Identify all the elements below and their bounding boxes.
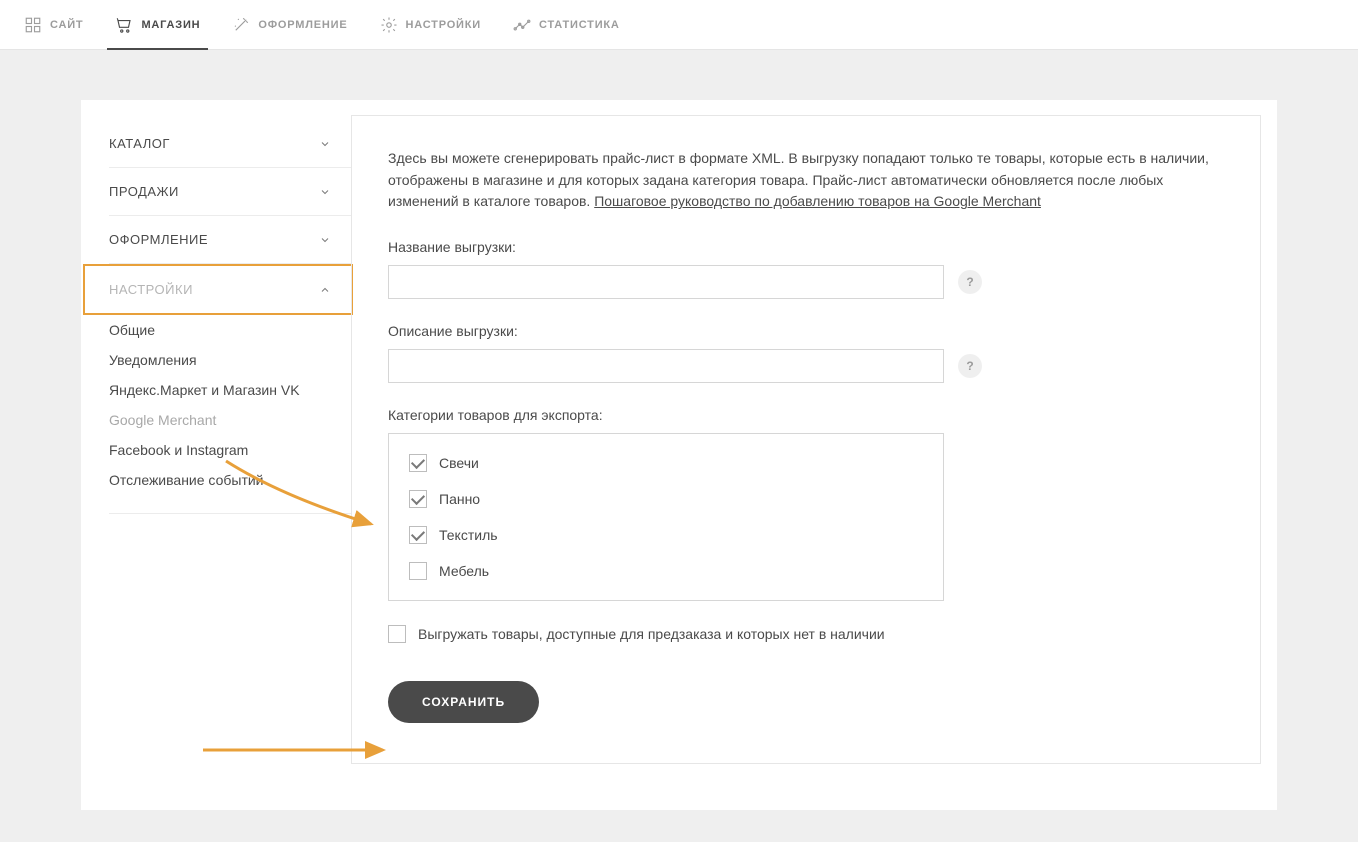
- wand-icon: [232, 16, 250, 34]
- sidebar-item-facebook-instagram[interactable]: Facebook и Instagram: [109, 435, 351, 465]
- category-label: Мебель: [439, 563, 489, 579]
- nav-store[interactable]: МАГАЗИН: [115, 0, 200, 50]
- sidebar-subitems-settings: Общие Уведомления Яндекс.Маркет и Магази…: [109, 315, 351, 509]
- nav-design[interactable]: ОФОРМЛЕНИЕ: [232, 0, 347, 50]
- help-icon[interactable]: ?: [958, 354, 982, 378]
- nav-label: СТАТИСТИКА: [539, 19, 620, 31]
- field-export-name: Название выгрузки: ?: [388, 239, 1224, 299]
- sidebar-header-settings[interactable]: НАСТРОЙКИ: [109, 266, 351, 313]
- sidebar-header-sales[interactable]: ПРОДАЖИ: [109, 168, 351, 215]
- preorder-checkbox-row[interactable]: Выгружать товары, доступные для предзака…: [388, 625, 1224, 643]
- field-categories: Категории товаров для экспорта: Свечи Па…: [388, 407, 1224, 601]
- settings-panel: Здесь вы можете сгенерировать прайс-лист…: [351, 115, 1261, 764]
- sidebar-section-label: ПРОДАЖИ: [109, 184, 179, 199]
- sidebar-item-notifications[interactable]: Уведомления: [109, 345, 351, 375]
- nav-label: САЙТ: [50, 19, 83, 31]
- sidebar-section-label: НАСТРОЙКИ: [109, 282, 193, 297]
- categories-label: Категории товаров для экспорта:: [388, 407, 1224, 423]
- page: КАТАЛОГ ПРОДАЖИ ОФОРМЛЕНИЕ НАСТРОЙКИ Общ…: [81, 100, 1277, 810]
- category-label: Свечи: [439, 455, 479, 471]
- sidebar-section-design: ОФОРМЛЕНИЕ: [109, 216, 351, 264]
- chevron-down-icon: [319, 186, 331, 198]
- category-row[interactable]: Свечи: [409, 454, 923, 472]
- save-button[interactable]: СОХРАНИТЬ: [388, 681, 539, 723]
- sidebar-section-catalog: КАТАЛОГ: [109, 120, 351, 168]
- category-label: Текстиль: [439, 527, 498, 543]
- sidebar-item-general[interactable]: Общие: [109, 315, 351, 345]
- sidebar: КАТАЛОГ ПРОДАЖИ ОФОРМЛЕНИЕ НАСТРОЙКИ Общ…: [81, 100, 351, 780]
- divider: [109, 513, 351, 514]
- export-desc-input[interactable]: [388, 349, 944, 383]
- sidebar-item-yandex-vk[interactable]: Яндекс.Маркет и Магазин VK: [109, 375, 351, 405]
- sidebar-item-google-merchant[interactable]: Google Merchant: [109, 405, 351, 435]
- chevron-down-icon: [319, 138, 331, 150]
- chevron-down-icon: [319, 234, 331, 246]
- help-icon[interactable]: ?: [958, 270, 982, 294]
- export-name-label: Название выгрузки:: [388, 239, 1224, 255]
- chart-icon: [513, 16, 531, 34]
- checkbox-icon: [409, 490, 427, 508]
- nav-settings[interactable]: НАСТРОЙКИ: [380, 0, 481, 50]
- chevron-up-icon: [319, 284, 331, 296]
- main-content: Здесь вы можете сгенерировать прайс-лист…: [351, 100, 1277, 780]
- cart-icon: [115, 16, 133, 34]
- category-row[interactable]: Текстиль: [409, 526, 923, 544]
- intro-link[interactable]: Пошаговое руководство по добавлению това…: [594, 193, 1041, 209]
- sidebar-section-label: ОФОРМЛЕНИЕ: [109, 232, 208, 247]
- sidebar-section-label: КАТАЛОГ: [109, 136, 170, 151]
- category-label: Панно: [439, 491, 480, 507]
- sidebar-header-catalog[interactable]: КАТАЛОГ: [109, 120, 351, 167]
- categories-box: Свечи Панно Текстиль Мебель: [388, 433, 944, 601]
- nav-stats[interactable]: СТАТИСТИКА: [513, 0, 620, 50]
- sidebar-item-event-tracking[interactable]: Отслеживание событий: [109, 465, 351, 495]
- intro-text: Здесь вы можете сгенерировать прайс-лист…: [388, 148, 1224, 213]
- nav-label: ОФОРМЛЕНИЕ: [258, 19, 347, 31]
- category-row[interactable]: Панно: [409, 490, 923, 508]
- nav-label: МАГАЗИН: [141, 19, 200, 31]
- checkbox-icon: [409, 526, 427, 544]
- sidebar-section-settings: НАСТРОЙКИ: [83, 264, 353, 315]
- field-export-desc: Описание выгрузки: ?: [388, 323, 1224, 383]
- preorder-label: Выгружать товары, доступные для предзака…: [418, 626, 885, 642]
- top-nav: САЙТ МАГАЗИН ОФОРМЛЕНИЕ НАСТРОЙКИ СТАТИС…: [0, 0, 1358, 50]
- sidebar-section-sales: ПРОДАЖИ: [109, 168, 351, 216]
- nav-label: НАСТРОЙКИ: [406, 19, 481, 31]
- category-row[interactable]: Мебель: [409, 562, 923, 580]
- export-name-input[interactable]: [388, 265, 944, 299]
- gear-icon: [380, 16, 398, 34]
- checkbox-icon: [409, 454, 427, 472]
- checkbox-icon: [409, 562, 427, 580]
- export-desc-label: Описание выгрузки:: [388, 323, 1224, 339]
- checkbox-icon: [388, 625, 406, 643]
- nav-site[interactable]: САЙТ: [24, 0, 83, 50]
- grid-icon: [24, 16, 42, 34]
- sidebar-header-design[interactable]: ОФОРМЛЕНИЕ: [109, 216, 351, 263]
